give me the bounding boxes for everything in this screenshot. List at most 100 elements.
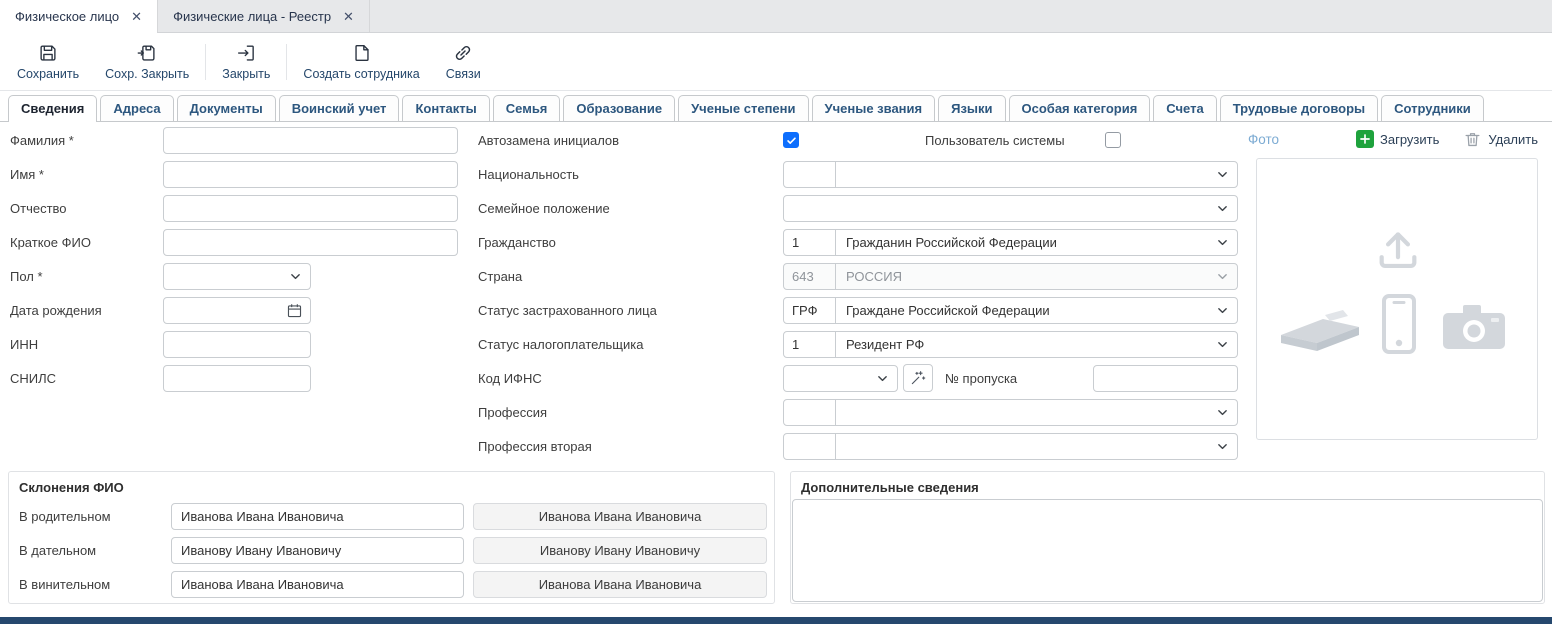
close-tab-icon[interactable]: ✕ — [131, 10, 142, 23]
patronymic-label: Отчество — [10, 201, 163, 216]
window-tab-bar: Физическое лицо ✕ Физические лица - Реес… — [0, 0, 1552, 33]
name-label: Имя * — [10, 167, 163, 182]
form-row: Краткое ФИО — [10, 225, 462, 259]
marital-status-select[interactable] — [783, 195, 1238, 222]
snils-input[interactable] — [163, 365, 311, 392]
chevron-down-icon — [1216, 406, 1229, 419]
form-row: Статус налогоплательщика 1 Резидент РФ — [478, 327, 1238, 361]
patronymic-input[interactable] — [163, 195, 458, 222]
name-input[interactable] — [163, 161, 458, 188]
ifns-code-select[interactable] — [783, 365, 898, 392]
dative-input[interactable] — [171, 537, 464, 564]
tab-military-registration[interactable]: Воинский учет — [279, 95, 400, 121]
birthdate-label: Дата рождения — [10, 303, 163, 318]
save-button[interactable]: Сохранить — [4, 38, 92, 85]
system-user-label: Пользователь системы — [925, 133, 1065, 148]
links-button[interactable]: Связи — [433, 38, 494, 85]
insured-status-label: Статус застрахованного лица — [478, 303, 783, 318]
window-tab-person[interactable]: Физическое лицо ✕ — [0, 0, 158, 32]
photo-upload-button[interactable]: Загрузить — [1356, 130, 1439, 148]
genitive-label: В родительном — [19, 509, 171, 524]
country-select[interactable]: 643 РОССИЯ — [783, 263, 1238, 290]
taxpayer-status-label: Статус налогоплательщика — [478, 337, 783, 352]
accusative-suggestion-button[interactable]: Иванова Ивана Ивановича — [473, 571, 767, 598]
taxpayer-status-code: 1 — [784, 332, 836, 357]
tab-special-category[interactable]: Особая категория — [1009, 95, 1151, 121]
tab-accounts[interactable]: Счета — [1153, 95, 1216, 121]
form-tab-bar: Сведения Адреса Документы Воинский учет … — [0, 91, 1552, 122]
pass-number-input[interactable] — [1093, 365, 1238, 392]
nationality-label: Национальность — [478, 167, 783, 182]
accusative-input[interactable] — [171, 571, 464, 598]
genitive-input[interactable] — [171, 503, 464, 530]
chevron-down-icon — [1216, 338, 1229, 351]
smartphone-icon — [1381, 293, 1417, 355]
form-row: СНИЛС — [10, 361, 462, 395]
close-tab-icon[interactable]: ✕ — [343, 10, 354, 23]
tab-addresses[interactable]: Адреса — [100, 95, 173, 121]
nationality-select[interactable] — [783, 161, 1238, 188]
short-fio-input[interactable] — [163, 229, 458, 256]
form-row: Код ИФНС № пропуска — [478, 361, 1238, 395]
birthdate-input[interactable] — [163, 297, 311, 324]
chevron-down-icon — [1216, 168, 1229, 181]
profession2-label: Профессия вторая — [478, 439, 783, 454]
dative-label: В дательном — [19, 543, 171, 558]
citizenship-label: Гражданство — [478, 235, 783, 250]
form-row: Страна 643 РОССИЯ — [478, 259, 1238, 293]
inn-input[interactable] — [163, 331, 311, 358]
genitive-suggestion-button[interactable]: Иванова Ивана Ивановича — [473, 503, 767, 530]
autofill-wand-button[interactable] — [903, 364, 933, 392]
form-row: Имя * — [10, 157, 462, 191]
declension-row: В родительном Иванова Ивана Ивановича — [9, 499, 774, 533]
tab-academic-titles[interactable]: Ученые звания — [812, 95, 936, 121]
photo-section: Фото Загрузить Удалить — [1248, 127, 1545, 440]
save-button-label: Сохранить — [17, 67, 79, 81]
tab-languages[interactable]: Языки — [938, 95, 1005, 121]
autoreplace-initials-label: Автозамена инициалов — [478, 133, 783, 148]
form-row: Семейное положение — [478, 191, 1238, 225]
form-row: Дата рождения — [10, 293, 462, 327]
close-button[interactable]: Закрыть — [209, 38, 283, 85]
form-row: Отчество — [10, 191, 462, 225]
taxpayer-status-select[interactable]: 1 Резидент РФ — [783, 331, 1238, 358]
autoreplace-initials-checkbox[interactable] — [783, 132, 799, 148]
additional-info-textarea[interactable] — [792, 499, 1543, 602]
main-area: Сведения Адреса Документы Воинский учет … — [0, 90, 1552, 624]
country-value: РОССИЯ — [836, 269, 1212, 284]
gender-select[interactable] — [163, 263, 311, 290]
photo-dropzone[interactable] — [1256, 158, 1538, 440]
tab-education[interactable]: Образование — [563, 95, 675, 121]
taxpayer-status-value: Резидент РФ — [836, 337, 1212, 352]
tab-employees[interactable]: Сотрудники — [1381, 95, 1484, 121]
tab-contacts[interactable]: Контакты — [402, 95, 489, 121]
snils-label: СНИЛС — [10, 371, 163, 386]
surname-input[interactable] — [163, 127, 458, 154]
create-employee-button[interactable]: Создать сотрудника — [290, 38, 432, 85]
dative-suggestion-button[interactable]: Иванову Ивану Ивановичу — [473, 537, 767, 564]
photo-upload-label: Загрузить — [1380, 132, 1439, 147]
insured-status-code: ГРФ — [784, 298, 836, 323]
tab-labor-contracts[interactable]: Трудовые договоры — [1220, 95, 1378, 121]
profession-select[interactable] — [783, 399, 1238, 426]
save-close-button-label: Сохр. Закрыть — [105, 67, 189, 81]
photo-delete-button[interactable]: Удалить — [1463, 130, 1538, 149]
app-window: Физическое лицо ✕ Физические лица - Реес… — [0, 0, 1552, 624]
insured-status-select[interactable]: ГРФ Граждане Российской Федерации — [783, 297, 1238, 324]
trash-icon — [1463, 130, 1482, 149]
system-user-checkbox[interactable] — [1105, 132, 1121, 148]
chevron-down-icon — [1216, 270, 1229, 283]
tab-info[interactable]: Сведения — [8, 95, 97, 121]
tab-family[interactable]: Семья — [493, 95, 561, 121]
chevron-down-icon — [1216, 440, 1229, 453]
links-button-label: Связи — [446, 67, 481, 81]
tab-academic-degrees[interactable]: Ученые степени — [678, 95, 808, 121]
citizenship-select[interactable]: 1 Гражданин Российской Федерации — [783, 229, 1238, 256]
calendar-icon[interactable] — [286, 302, 303, 319]
short-fio-label: Краткое ФИО — [10, 235, 163, 250]
tab-documents[interactable]: Документы — [177, 95, 276, 121]
profession2-select[interactable] — [783, 433, 1238, 460]
save-close-button[interactable]: Сохр. Закрыть — [92, 38, 202, 85]
citizenship-value: Гражданин Российской Федерации — [836, 235, 1212, 250]
window-tab-person-registry[interactable]: Физические лица - Реестр ✕ — [158, 0, 370, 32]
